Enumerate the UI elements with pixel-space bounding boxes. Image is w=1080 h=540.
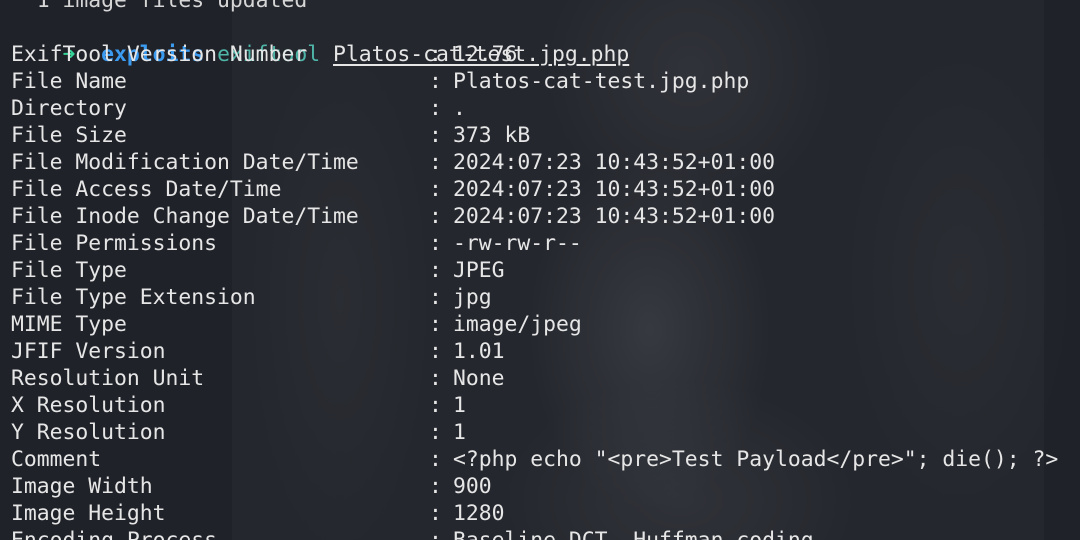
exif-separator: : xyxy=(429,447,442,472)
exif-tag-value: JPEG xyxy=(453,258,505,283)
exif-row: File Access Date/Time:2024:07:23 10:43:5… xyxy=(11,176,1080,203)
exif-tag-name: Y Resolution xyxy=(11,420,166,445)
exif-row: File Size:373 kB xyxy=(11,122,1080,149)
exif-tag-name: Encoding Process xyxy=(11,527,429,540)
exif-tag-name: X Resolution xyxy=(11,393,166,418)
exif-row: Image Width:900 xyxy=(11,473,1080,500)
exif-row: X Resolution:1 xyxy=(11,392,1080,419)
exif-row: JFIF Version:1.01 xyxy=(11,338,1080,365)
exif-separator: : xyxy=(429,285,442,310)
exif-row: File Type: JPEG xyxy=(11,257,1080,284)
exif-tag-name: Comment xyxy=(11,447,102,472)
exif-row: File Permissions: -rw-rw-r-- xyxy=(11,230,1080,257)
exif-row: File Name: Platos-cat-test.jpg.php xyxy=(11,68,1080,95)
exif-tag-value: 2024:07:23 10:43:52+01:00 xyxy=(453,204,775,229)
exif-tag-value: 1280 xyxy=(453,501,505,526)
terminal-output[interactable]: 1 image files updated ➜ exploits exiftoo… xyxy=(11,0,1080,540)
exif-separator: : xyxy=(429,393,442,418)
exif-tag-name: File Type xyxy=(11,258,127,283)
exif-separator: : xyxy=(429,204,442,229)
exif-tag-name: MIME Type xyxy=(11,312,127,337)
exif-tag-name: File Modification Date/Time xyxy=(11,150,359,175)
exif-tag-value: . xyxy=(453,96,466,121)
exif-tag-name: File Size xyxy=(11,123,127,148)
exif-row: Y Resolution:1 xyxy=(11,419,1080,446)
exif-tag-value: 1 xyxy=(453,420,466,445)
exif-row: File Modification Date/Time:2024:07:23 1… xyxy=(11,149,1080,176)
exif-tag-name: File Type Extension xyxy=(11,285,256,310)
previous-output-line: 1 image files updated xyxy=(11,0,308,13)
exif-separator: : xyxy=(429,527,453,540)
exif-separator: : xyxy=(429,177,442,202)
exif-separator: : xyxy=(429,123,442,148)
exif-tag-name: JFIF Version xyxy=(11,339,166,364)
exif-separator: : xyxy=(429,96,442,121)
exif-row: Directory:. xyxy=(11,95,1080,122)
exif-row: Image Height:1280 xyxy=(11,500,1080,527)
exif-tag-name: Image Width xyxy=(11,474,153,499)
exif-separator: : xyxy=(429,312,442,337)
exif-row: File Inode Change Date/Time:2024:07:23 1… xyxy=(11,203,1080,230)
exif-tag-value: <?php echo "<pre>Test Payload</pre>"; di… xyxy=(453,447,1059,472)
exif-tag-value: 2024:07:23 10:43:52+01:00 xyxy=(453,150,775,175)
exif-tag-name: File Name xyxy=(11,69,127,94)
exif-separator: : xyxy=(429,366,442,391)
exif-separator: : xyxy=(429,420,442,445)
exif-tag-value: 1 xyxy=(453,393,466,418)
exif-tag-value: jpg xyxy=(453,285,492,310)
exif-separator: : xyxy=(429,474,442,499)
exif-tag-value: 900 xyxy=(453,474,492,499)
exif-tag-value: -rw-rw-r-- xyxy=(453,231,582,256)
exif-row: MIME Type: image/jpeg xyxy=(11,311,1080,338)
exif-separator: : xyxy=(429,150,442,175)
exif-separator: : xyxy=(429,258,442,283)
exif-tag-value: 373 kB xyxy=(453,123,531,148)
exif-tag-name: Resolution Unit xyxy=(11,366,205,391)
exif-tag-name: Image Height xyxy=(11,501,166,526)
exif-tag-name: File Access Date/Time xyxy=(11,177,282,202)
exif-tag-value: image/jpeg xyxy=(453,312,582,337)
exif-row: Comment: <?php echo "<pre>Test Payload</p… xyxy=(11,446,1080,473)
exif-tag-value: Baseline DCT, Huffman coding xyxy=(453,528,814,540)
exif-separator: : xyxy=(429,69,442,94)
exif-row: ExifTool Version Number:12.76 xyxy=(11,41,1080,68)
exif-row: File Type Extension: jpg xyxy=(11,284,1080,311)
exif-tag-name: ExifTool Version Number xyxy=(11,42,308,67)
exif-tag-value: 1.01 xyxy=(453,339,505,364)
exif-separator: : xyxy=(429,42,442,67)
exif-tag-name: Directory xyxy=(11,96,127,121)
exif-row: Resolution Unit: None xyxy=(11,365,1080,392)
exif-separator: : xyxy=(429,501,442,526)
exif-tag-name: File Inode Change Date/Time xyxy=(11,204,359,229)
exif-tag-name: File Permissions xyxy=(11,231,218,256)
exif-separator: : xyxy=(429,339,442,364)
exif-separator: : xyxy=(429,231,442,256)
exif-tag-value: 12.76 xyxy=(453,42,518,67)
command-line: ➜ exploits exiftool Platos-cat-test.jpg.… xyxy=(11,14,1080,67)
exif-output-list: ExifTool Version Number:12.76 File Name: P… xyxy=(11,41,1080,540)
exif-row: Encoding Process:Baseline DCT, Huffman c… xyxy=(11,527,1080,540)
exif-tag-value: 2024:07:23 10:43:52+01:00 xyxy=(453,177,775,202)
exif-tag-value: Platos-cat-test.jpg.php xyxy=(453,69,750,94)
exif-tag-value: None xyxy=(453,366,505,391)
